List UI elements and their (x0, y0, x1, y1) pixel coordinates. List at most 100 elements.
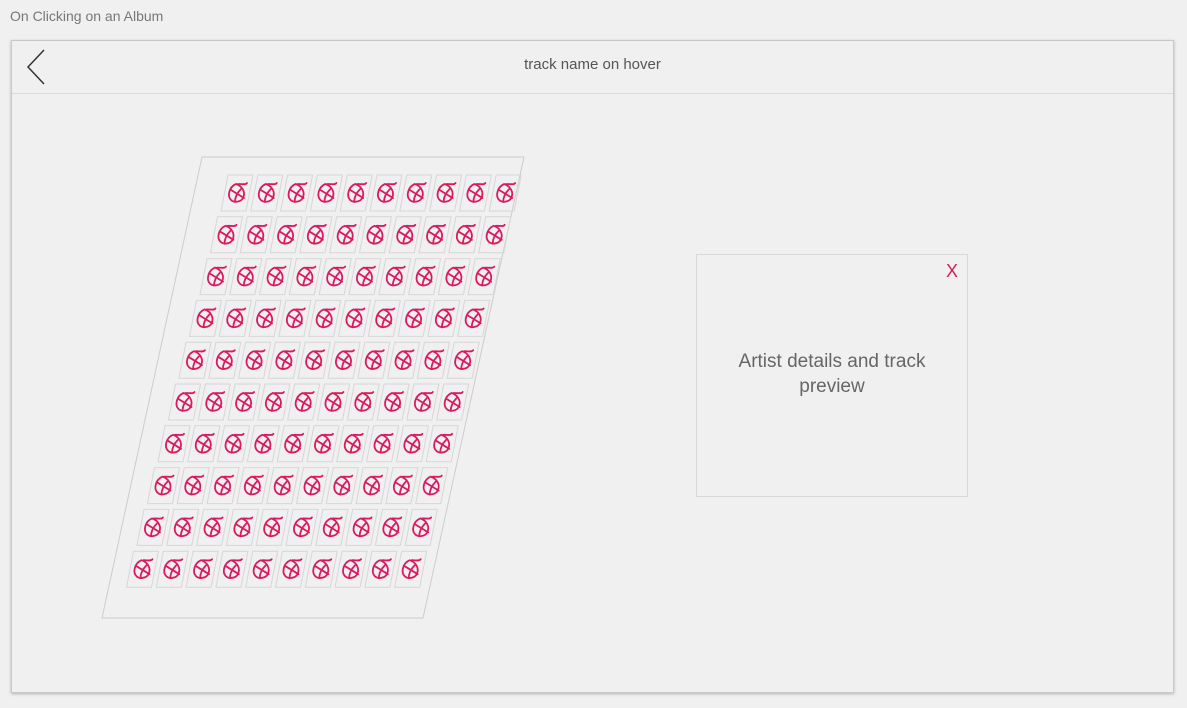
track-tile[interactable] (227, 383, 261, 421)
track-tile[interactable] (285, 508, 319, 546)
track-tile[interactable] (195, 508, 230, 546)
track-tile[interactable] (376, 383, 410, 421)
track-tile[interactable] (404, 508, 438, 546)
track-tile[interactable] (348, 258, 382, 296)
track-tile[interactable] (365, 425, 400, 463)
track-tile[interactable] (216, 425, 251, 463)
track-tile[interactable] (395, 425, 430, 463)
track-tile[interactable] (155, 550, 189, 588)
track-tile[interactable] (274, 550, 309, 588)
track-tile[interactable] (407, 258, 442, 296)
track-tile[interactable] (428, 174, 463, 212)
track-tile[interactable] (246, 425, 281, 463)
track-tile[interactable] (318, 258, 352, 296)
track-tile[interactable] (236, 467, 270, 505)
track-tile[interactable] (197, 383, 231, 421)
track-tile[interactable] (418, 216, 452, 254)
track-tile[interactable] (269, 216, 303, 254)
track-tile[interactable] (346, 383, 380, 421)
track-tile[interactable] (288, 258, 323, 296)
track-tile[interactable] (357, 341, 391, 379)
track-tile[interactable] (209, 216, 244, 254)
track-tile[interactable] (309, 174, 344, 212)
track-tile[interactable] (267, 341, 302, 379)
track-tile[interactable] (187, 425, 221, 463)
track-tile[interactable] (279, 174, 314, 212)
track-tile[interactable] (448, 216, 482, 254)
track-tile[interactable] (297, 341, 331, 379)
track-tile[interactable] (304, 550, 338, 588)
album-flame-logo-icon (273, 474, 294, 496)
track-tile[interactable] (239, 216, 273, 254)
track-tile[interactable] (206, 467, 240, 505)
track-tile[interactable] (225, 508, 260, 546)
track-tile[interactable] (397, 299, 431, 337)
track-tile[interactable] (295, 467, 330, 505)
track-tile[interactable] (339, 174, 373, 212)
track-tile[interactable] (258, 258, 293, 296)
track-tile[interactable] (308, 299, 342, 337)
track-tile[interactable] (457, 299, 491, 337)
track-tile[interactable] (337, 299, 372, 337)
track-tile[interactable] (436, 383, 470, 421)
track-tile[interactable] (386, 341, 421, 379)
close-button[interactable]: X (946, 261, 958, 282)
track-tile[interactable] (257, 383, 291, 421)
track-tile[interactable] (248, 299, 282, 337)
track-tile[interactable] (276, 425, 310, 463)
track-tile[interactable] (437, 258, 472, 296)
track-tile[interactable] (287, 383, 321, 421)
track-tile[interactable] (185, 550, 219, 588)
track-tile[interactable] (478, 216, 512, 254)
track-tile[interactable] (406, 383, 440, 421)
track-tile[interactable] (458, 174, 493, 212)
track-tile[interactable] (329, 216, 363, 254)
track-tile[interactable] (208, 341, 242, 379)
track-tile[interactable] (266, 467, 300, 505)
track-tile[interactable] (229, 258, 263, 296)
track-tile[interactable] (344, 508, 379, 546)
track-tile[interactable] (399, 174, 433, 212)
track-tile[interactable] (176, 467, 210, 505)
track-tile[interactable] (237, 341, 272, 379)
track-tile[interactable] (188, 299, 223, 337)
track-tile[interactable] (146, 467, 181, 505)
track-tile[interactable] (369, 174, 403, 212)
track-tile[interactable] (364, 550, 398, 588)
track-tile[interactable] (166, 508, 200, 546)
track-tile[interactable] (355, 467, 389, 505)
track-tile[interactable] (255, 508, 289, 546)
track-tile[interactable] (336, 425, 370, 463)
track-tile[interactable] (218, 299, 252, 337)
track-tile[interactable] (358, 216, 393, 254)
track-tile[interactable] (415, 467, 449, 505)
track-tile[interactable] (388, 216, 422, 254)
track-tile[interactable] (425, 425, 459, 463)
track-tile[interactable] (299, 216, 333, 254)
track-tile[interactable] (245, 550, 279, 588)
track-tile[interactable] (446, 341, 480, 379)
track-tile[interactable] (306, 425, 340, 463)
track-tile[interactable] (315, 508, 349, 546)
track-tile[interactable] (374, 508, 409, 546)
track-tile[interactable] (378, 258, 412, 296)
track-tile[interactable] (157, 425, 191, 463)
track-tile[interactable] (220, 174, 254, 212)
track-tile[interactable] (199, 258, 233, 296)
track-tile[interactable] (416, 341, 451, 379)
track-tile[interactable] (167, 383, 202, 421)
track-tile[interactable] (385, 467, 419, 505)
track-tile[interactable] (136, 508, 170, 546)
track-tile[interactable] (125, 550, 160, 588)
track-tile[interactable] (325, 467, 359, 505)
track-tile[interactable] (215, 550, 249, 588)
track-tile[interactable] (316, 383, 351, 421)
track-tile[interactable] (334, 550, 368, 588)
track-tile[interactable] (427, 299, 461, 337)
track-tile[interactable] (394, 550, 428, 588)
track-tile[interactable] (327, 341, 361, 379)
track-tile[interactable] (278, 299, 312, 337)
track-tile[interactable] (250, 174, 284, 212)
track-tile[interactable] (367, 299, 401, 337)
track-tile[interactable] (178, 341, 212, 379)
